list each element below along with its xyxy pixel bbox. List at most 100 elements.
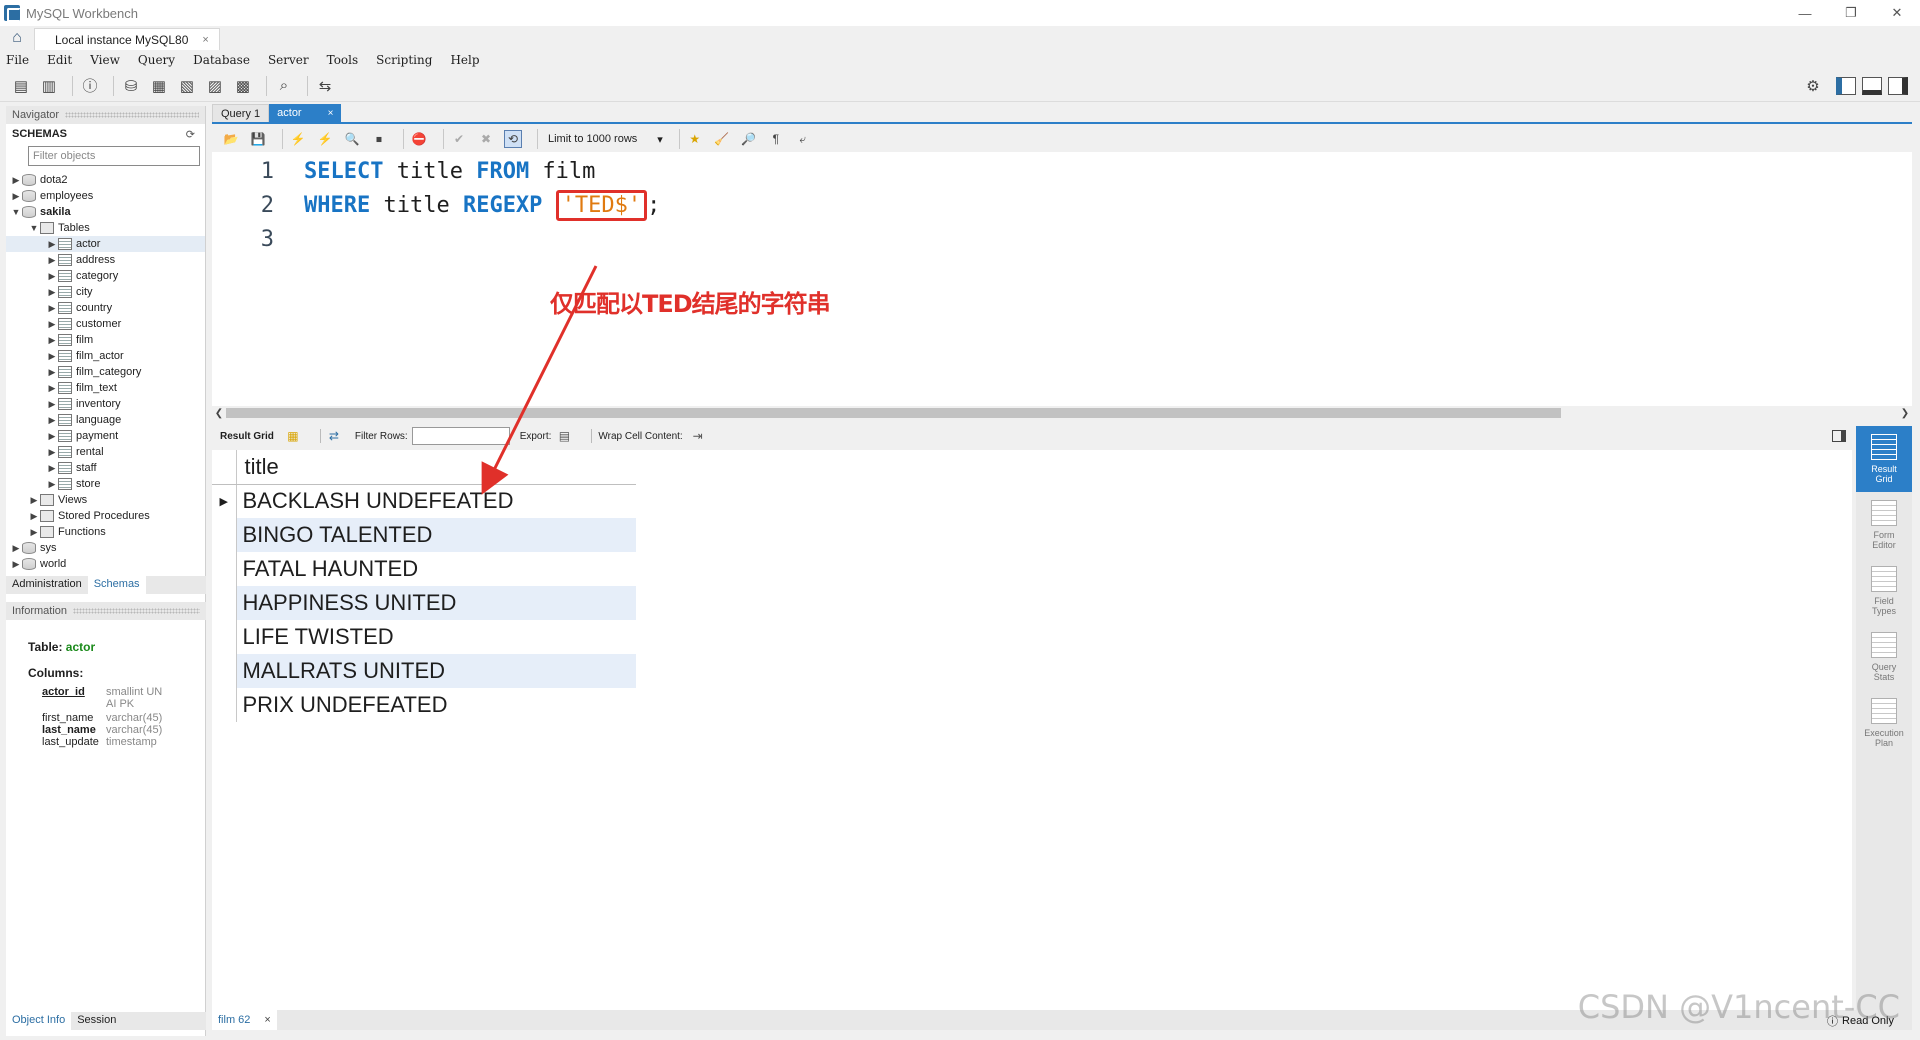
scroll-thumb[interactable] xyxy=(226,408,1561,418)
menu-database[interactable]: Database xyxy=(193,53,250,67)
expand-arrow-icon[interactable]: ▶ xyxy=(10,559,22,570)
tab-query-1[interactable]: Query 1 xyxy=(212,104,270,122)
code-editor[interactable]: 1 SELECT title FROM film 2 WHERE title R… xyxy=(212,152,1912,406)
connection-tab[interactable]: Local instance MySQL80 × xyxy=(34,28,220,50)
schema-item-dota2[interactable]: ▶ dota2 xyxy=(6,172,205,188)
expand-arrow-icon[interactable]: ▶ xyxy=(46,239,58,250)
tab-actor[interactable]: actor × xyxy=(269,104,342,122)
close-connection-tab-icon[interactable]: × xyxy=(202,34,208,46)
menu-view[interactable]: View xyxy=(90,53,120,67)
filter-rows-input[interactable] xyxy=(411,427,510,445)
menu-tools[interactable]: Tools xyxy=(327,53,359,67)
expand-arrow-icon[interactable]: ▶ xyxy=(28,527,40,538)
table-cell[interactable]: BACKLASH UNDEFEATED xyxy=(236,484,636,518)
refresh-schemas-icon[interactable]: ⟳ xyxy=(186,128,195,141)
expand-arrow-icon[interactable]: ▶ xyxy=(10,175,22,186)
add-snippet-icon[interactable]: ★ xyxy=(686,130,704,148)
close-window-button[interactable]: ✕ xyxy=(1874,0,1920,26)
collapse-arrow-icon[interactable]: ▼ xyxy=(28,223,40,233)
procedures-folder[interactable]: ▶ Stored Procedures xyxy=(6,508,205,524)
table-item-actor[interactable]: ▶ actor xyxy=(6,236,205,252)
create-schema-icon[interactable]: ⛁ xyxy=(120,75,142,97)
menu-scripting[interactable]: Scripting xyxy=(376,53,432,67)
export-icon[interactable]: ▤ xyxy=(557,429,571,443)
wrap-cell-icon[interactable]: ⇥ xyxy=(691,429,705,443)
execute-icon[interactable]: ⚡ xyxy=(289,130,307,148)
limit-rows-select[interactable]: Limit to 1000 rows ▾ xyxy=(548,133,663,146)
table-row[interactable]: PRIX UNDEFEATED xyxy=(212,688,636,722)
table-cell[interactable]: FATAL HAUNTED xyxy=(236,552,636,586)
reconnect-icon[interactable]: ⇆ xyxy=(314,75,336,97)
table-item-address[interactable]: ▶ address xyxy=(6,252,205,268)
menu-file[interactable]: File xyxy=(6,53,29,67)
expand-arrow-icon[interactable]: ▶ xyxy=(46,479,58,490)
schema-item-sakila[interactable]: ▼ sakila xyxy=(6,204,205,220)
table-cell[interactable]: PRIX UNDEFEATED xyxy=(236,688,636,722)
schema-item-sys[interactable]: ▶ sys xyxy=(6,540,205,556)
toggle-error-icon[interactable]: ⛔ xyxy=(410,130,428,148)
open-file-icon[interactable]: 📂 xyxy=(222,130,240,148)
expand-arrow-icon[interactable]: ▶ xyxy=(10,543,22,554)
expand-arrow-icon[interactable]: ▶ xyxy=(46,431,58,442)
table-item-film[interactable]: ▶ film xyxy=(6,332,205,348)
invisible-chars-icon[interactable]: ¶ xyxy=(767,130,785,148)
refresh-icon[interactable]: ⇄ xyxy=(327,429,341,443)
create-view-icon[interactable]: ▧ xyxy=(176,75,198,97)
home-icon[interactable]: ⌂ xyxy=(0,26,34,50)
search-table-data-icon[interactable]: ⌕ xyxy=(273,75,295,97)
table-item-inventory[interactable]: ▶ inventory xyxy=(6,396,205,412)
horizontal-scrollbar[interactable]: ❮ ❯ xyxy=(212,406,1912,420)
views-folder[interactable]: ▶ Views xyxy=(6,492,205,508)
expand-arrow-icon[interactable]: ▶ xyxy=(10,191,22,202)
expand-arrow-icon[interactable]: ▶ xyxy=(46,399,58,410)
tab-object-info[interactable]: Object Info xyxy=(6,1012,72,1030)
close-tab-icon[interactable]: × xyxy=(328,108,334,119)
scroll-right-icon[interactable]: ❯ xyxy=(1898,408,1912,419)
save-icon[interactable]: 💾 xyxy=(249,130,267,148)
create-table-icon[interactable]: ▦ xyxy=(148,75,170,97)
column-header-title[interactable]: title xyxy=(236,450,636,485)
expand-arrow-icon[interactable]: ▶ xyxy=(46,255,58,266)
menu-server[interactable]: Server xyxy=(268,53,309,67)
rollback-icon[interactable]: ✖ xyxy=(477,130,495,148)
collapse-arrow-icon[interactable]: ▼ xyxy=(10,207,22,217)
stop-icon[interactable]: ⏹ xyxy=(370,130,388,148)
expand-arrow-icon[interactable]: ▶ xyxy=(46,415,58,426)
minimize-button[interactable]: — xyxy=(1782,0,1828,26)
tables-folder[interactable]: ▼ Tables xyxy=(6,220,205,236)
restore-button[interactable]: ❐ xyxy=(1828,0,1874,26)
table-item-film-category[interactable]: ▶ film_category xyxy=(6,364,205,380)
table-cell[interactable]: HAPPINESS UNITED xyxy=(236,586,636,620)
toggle-secondary-sidebar-icon[interactable] xyxy=(1888,77,1908,95)
tab-session[interactable]: Session xyxy=(71,1012,122,1030)
explain-icon[interactable]: 🔍 xyxy=(343,130,361,148)
execute-current-icon[interactable]: ⚡ xyxy=(316,130,334,148)
table-item-payment[interactable]: ▶ payment xyxy=(6,428,205,444)
schema-item-employees[interactable]: ▶ employees xyxy=(6,188,205,204)
preferences-gear-icon[interactable]: ⚙ xyxy=(1802,75,1824,97)
expand-arrow-icon[interactable]: ▶ xyxy=(46,463,58,474)
menu-help[interactable]: Help xyxy=(450,53,479,67)
expand-arrow-icon[interactable]: ▶ xyxy=(28,495,40,506)
grid-icon[interactable]: ▦ xyxy=(286,429,300,443)
tab-administration[interactable]: Administration xyxy=(6,576,88,594)
new-sql-tab-icon[interactable]: ▤ xyxy=(10,75,32,97)
schema-filter-input[interactable] xyxy=(28,146,200,166)
menu-edit[interactable]: Edit xyxy=(47,53,72,67)
functions-folder[interactable]: ▶ Functions xyxy=(6,524,205,540)
result-grid-button[interactable]: Result Grid xyxy=(1856,426,1912,492)
create-function-icon[interactable]: ▩ xyxy=(232,75,254,97)
table-item-language[interactable]: ▶ language xyxy=(6,412,205,428)
table-item-city[interactable]: ▶ city xyxy=(6,284,205,300)
toggle-output-icon[interactable] xyxy=(1862,77,1882,95)
table-cell[interactable]: BINGO TALENTED xyxy=(236,518,636,552)
beautify-icon[interactable]: 🧹 xyxy=(713,130,731,148)
expand-arrow-icon[interactable]: ▶ xyxy=(46,383,58,394)
expand-arrow-icon[interactable]: ▶ xyxy=(46,287,58,298)
expand-arrow-icon[interactable]: ▶ xyxy=(46,351,58,362)
execution-plan-button[interactable]: Execution Plan xyxy=(1856,690,1912,756)
table-item-customer[interactable]: ▶ customer xyxy=(6,316,205,332)
schema-item-world[interactable]: ▶ world xyxy=(6,556,205,572)
table-row[interactable]: MALLRATS UNITED xyxy=(212,654,636,688)
table-row[interactable]: LIFE TWISTED xyxy=(212,620,636,654)
